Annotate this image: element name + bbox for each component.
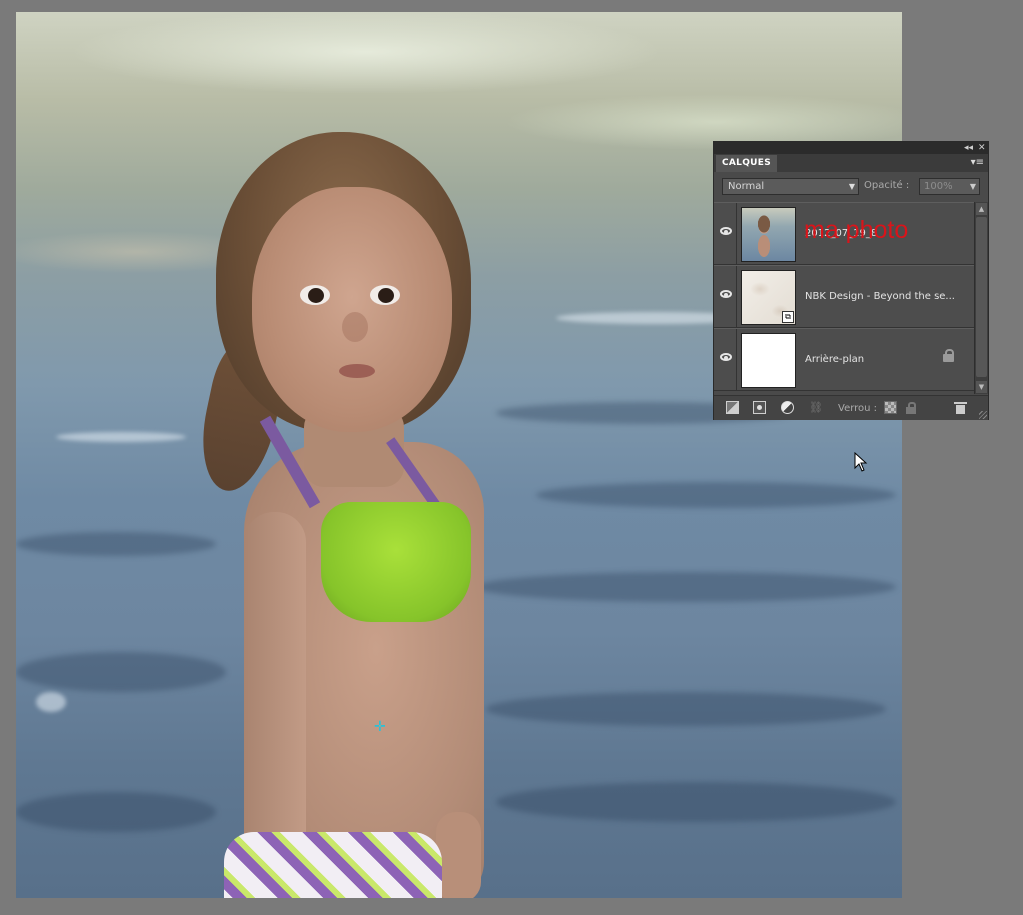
layers-panel: ◂◂ ✕ CALQUES ▾≡ Normal ▼ Opacité : 100% … — [713, 141, 989, 420]
water-glint — [36, 692, 66, 712]
visibility-toggle[interactable] — [716, 329, 737, 390]
collapse-icon[interactable]: ◂◂ — [964, 142, 973, 154]
resize-grip[interactable] — [979, 411, 987, 419]
lock-icon — [943, 349, 954, 362]
mouse-pointer-icon — [854, 452, 868, 472]
water-wave — [536, 482, 896, 508]
layer-thumbnail[interactable] — [741, 333, 796, 388]
link-badge-icon: ⧉ — [782, 311, 794, 323]
eye-icon[interactable] — [720, 353, 732, 361]
child-mouth — [339, 364, 375, 378]
close-icon[interactable]: ✕ — [978, 142, 986, 154]
layer-name: NBK Design - Beyond the se... — [805, 291, 955, 302]
opacity-field[interactable]: 100% ▼ — [919, 178, 980, 195]
child-eye — [370, 285, 400, 305]
layer-row-texture[interactable]: ⧉ NBK Design - Beyond the se... — [714, 265, 974, 328]
link-icon[interactable]: ⛓ — [809, 401, 823, 414]
panel-menu-icon[interactable]: ▾≡ — [971, 156, 984, 170]
child-nose — [342, 312, 368, 342]
child-face — [252, 187, 452, 432]
water-wave — [476, 572, 896, 602]
water-wave — [16, 652, 226, 692]
chevron-down-icon[interactable]: ▼ — [970, 179, 976, 194]
layer-thumbnail[interactable]: ⧉ — [741, 270, 796, 325]
eye-icon[interactable] — [720, 290, 732, 298]
annotation-text: ma photo — [804, 216, 909, 244]
water-wave — [16, 792, 216, 832]
lock-label: Verrou : — [838, 403, 878, 414]
eye-icon[interactable] — [720, 227, 732, 235]
swimsuit-top — [321, 502, 471, 622]
child-hand — [436, 812, 481, 898]
tab-calques[interactable]: CALQUES — [716, 155, 777, 172]
new-layer-icon[interactable] — [726, 401, 739, 414]
layers-scrollbar[interactable]: ▲ ▼ — [974, 202, 988, 394]
lock-all-icon[interactable] — [905, 401, 918, 414]
panel-titlebar[interactable]: ◂◂ ✕ — [714, 142, 988, 154]
water-wave — [496, 782, 896, 822]
scroll-thumb[interactable] — [976, 217, 987, 377]
visibility-toggle[interactable] — [716, 266, 737, 327]
layers-list: 2012_07_19_8 ma photo ⧉ NBK Design - Bey… — [714, 202, 974, 394]
opacity-value: 100% — [924, 181, 953, 192]
visibility-toggle[interactable] — [716, 203, 737, 264]
panel-footer: ⛓ Verrou : — [714, 395, 988, 420]
scroll-down-icon[interactable]: ▼ — [976, 381, 987, 393]
scroll-up-icon[interactable]: ▲ — [976, 203, 987, 215]
layer-row-background[interactable]: Arrière-plan — [714, 328, 974, 391]
trash-icon[interactable] — [954, 401, 967, 414]
blend-mode-value: Normal — [728, 181, 765, 192]
swimsuit-bottom — [224, 832, 442, 898]
opacity-label: Opacité : — [864, 180, 910, 191]
layer-mask-icon[interactable] — [753, 401, 766, 414]
water-glint — [56, 432, 186, 442]
blend-mode-select[interactable]: Normal ▼ — [722, 178, 859, 195]
lock-transparent-icon[interactable] — [884, 401, 897, 414]
water-wave — [16, 532, 216, 556]
layer-row-photo[interactable]: 2012_07_19_8 ma photo — [714, 202, 974, 265]
chevron-down-icon: ▼ — [848, 182, 855, 191]
layer-thumbnail[interactable] — [741, 207, 796, 262]
child-eye — [300, 285, 330, 305]
panel-tabbar: CALQUES ▾≡ — [714, 154, 988, 172]
water-wave — [486, 692, 886, 726]
adjustment-layer-icon[interactable] — [781, 401, 794, 414]
crosshair-cursor-icon: ✛ — [374, 719, 386, 735]
